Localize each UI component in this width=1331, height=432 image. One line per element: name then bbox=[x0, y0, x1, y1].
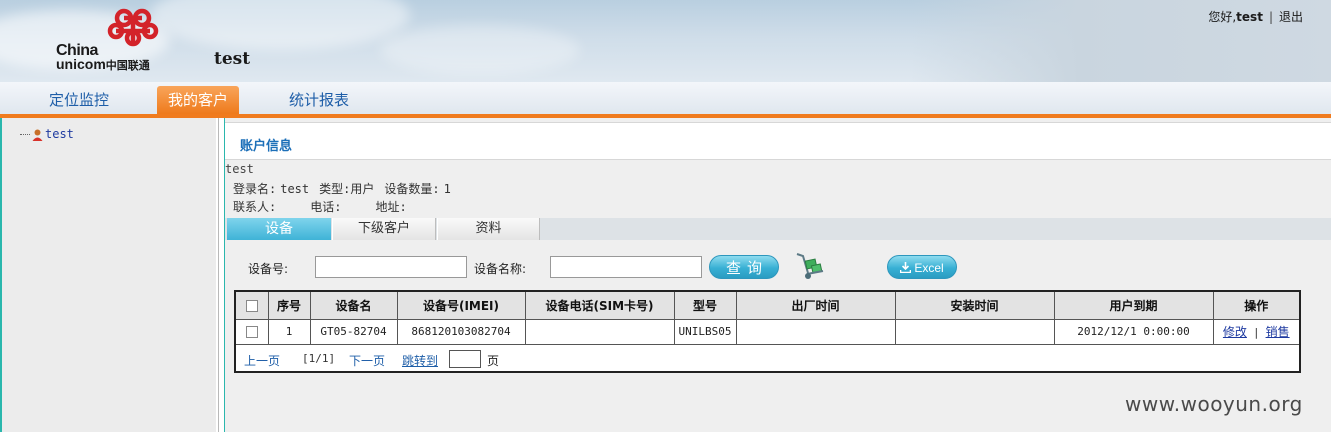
column-header: 型号 bbox=[673, 292, 737, 320]
column-header: 用户到期 bbox=[1053, 292, 1214, 320]
header-select-all[interactable] bbox=[236, 292, 269, 320]
subtab-devices[interactable]: 设备 bbox=[227, 218, 331, 240]
tree-connector bbox=[20, 134, 30, 135]
cell-expire: 2012/12/1 0:00:00 bbox=[1053, 318, 1214, 345]
page-jump-input[interactable] bbox=[449, 350, 481, 368]
column-header: 操作 bbox=[1212, 292, 1299, 320]
cell-imei: 868120103082704 bbox=[396, 318, 526, 345]
device-name-label: 设备名称: bbox=[474, 262, 527, 276]
cell-device-name: GT05-82704 bbox=[309, 318, 398, 345]
subtab-sub-customers[interactable]: 下级客户 bbox=[332, 218, 436, 240]
phone-label: 电话: bbox=[310, 200, 342, 214]
next-page-link[interactable]: 下一页 bbox=[349, 352, 385, 369]
logo-text-unicom-cn: 中国联通 bbox=[105, 60, 150, 72]
user-links: 您好,test | 退出 bbox=[1208, 8, 1303, 25]
action-separator: | bbox=[1252, 326, 1260, 339]
cell-factory-time bbox=[735, 318, 896, 345]
header: China unicom中国联通 test 您好,test | 退出 bbox=[0, 0, 1331, 82]
panel-title: 账户信息 bbox=[240, 139, 293, 154]
cancel-sale-link[interactable]: 销售 bbox=[1266, 325, 1290, 339]
device-no-label: 设备号: bbox=[248, 262, 289, 276]
download-icon bbox=[900, 262, 912, 274]
row-checkbox[interactable] bbox=[245, 326, 258, 338]
page-info: [1/1] bbox=[302, 352, 336, 365]
logout-link[interactable]: 退出 bbox=[1279, 10, 1303, 24]
cell-sim bbox=[524, 318, 675, 345]
device-no-input[interactable] bbox=[315, 256, 467, 278]
account-name: test bbox=[225, 162, 254, 176]
user-icon bbox=[32, 129, 43, 141]
login-label: 登录名: bbox=[233, 182, 277, 196]
row-select-cell[interactable] bbox=[236, 318, 269, 345]
edit-link[interactable]: 修改 bbox=[1223, 325, 1247, 339]
panel-header: 账户信息 bbox=[225, 122, 1331, 160]
query-button[interactable]: 查询 bbox=[709, 255, 779, 279]
table-header-row: 序号 设备名 设备号(IMEI) 设备电话(SIM卡号) 型号 出厂时间 安装时… bbox=[236, 292, 1299, 320]
header-cloud bbox=[150, 0, 410, 50]
column-header: 安装时间 bbox=[894, 292, 1055, 320]
excel-export-button[interactable]: Excel bbox=[887, 255, 957, 279]
device-table-wrap: 序号 设备名 设备号(IMEI) 设备电话(SIM卡号) 型号 出厂时间 安装时… bbox=[234, 290, 1301, 373]
header-cloud bbox=[380, 25, 580, 75]
unicom-knot-icon bbox=[107, 8, 159, 47]
column-header: 设备电话(SIM卡号) bbox=[524, 292, 675, 320]
device-count-value: 1 bbox=[443, 182, 451, 196]
nav-item-location-monitor[interactable]: 定位监控 bbox=[28, 86, 130, 114]
login-value: test bbox=[280, 182, 310, 196]
cell-model: UNILBS05 bbox=[673, 318, 737, 345]
china-unicom-logo: China unicom中国联通 bbox=[56, 6, 166, 72]
device-name-input[interactable] bbox=[550, 256, 702, 278]
column-header: 出厂时间 bbox=[735, 292, 896, 320]
content-panel: 账户信息 test 登录名: test 类型:用户 设备数量: 1 联系人: 电话: 地址:… bbox=[224, 118, 1331, 432]
pager: 上一页 [1/1] 下一页 跳转到 页 bbox=[236, 349, 1299, 371]
logo-text-unicom: unicom中国联通 bbox=[56, 56, 150, 73]
column-header: 设备名 bbox=[309, 292, 398, 320]
watermark: www.wooyun.org bbox=[1125, 392, 1303, 416]
tree-node-root[interactable]: test bbox=[20, 127, 74, 141]
prev-page-link[interactable]: 上一页 bbox=[244, 352, 280, 369]
cell-actions: 修改 | 销售 bbox=[1212, 318, 1299, 345]
user-links-separator: | bbox=[1268, 10, 1273, 24]
username: test bbox=[1236, 10, 1263, 24]
contact-label: 联系人: bbox=[233, 200, 277, 214]
logo-text-unicom-en: unicom bbox=[56, 56, 106, 72]
select-all-checkbox[interactable] bbox=[245, 299, 258, 312]
type-label: 类型: bbox=[319, 182, 351, 196]
excel-label: Excel bbox=[914, 261, 944, 275]
nav-item-my-customers[interactable]: 我的客户 bbox=[157, 86, 239, 114]
tree-divider bbox=[216, 118, 218, 432]
column-header: 设备号(IMEI) bbox=[396, 292, 526, 320]
account-line-2: 联系人: 电话: 地址: bbox=[233, 198, 407, 215]
main-nav: 定位监控 我的客户 统计报表 bbox=[0, 82, 1331, 114]
device-count-label: 设备数量: bbox=[384, 182, 440, 196]
account-line-1: 登录名: test 类型:用户 设备数量: 1 bbox=[233, 180, 451, 197]
tree-node-label: test bbox=[45, 127, 74, 141]
subtab-profile[interactable]: 资料 bbox=[437, 218, 540, 240]
page-unit: 页 bbox=[487, 354, 500, 368]
greeting-text: 您好, bbox=[1208, 10, 1237, 24]
address-label: 地址: bbox=[375, 200, 407, 214]
site-title: test bbox=[214, 49, 251, 69]
device-table: 序号 设备名 设备号(IMEI) 设备电话(SIM卡号) 型号 出厂时间 安装时… bbox=[236, 292, 1299, 345]
column-header: 序号 bbox=[267, 292, 311, 320]
customer-tree-panel: test bbox=[0, 118, 219, 432]
hand-truck-icon[interactable] bbox=[794, 251, 826, 281]
type-value: 用户 bbox=[350, 182, 375, 196]
cell-install-time bbox=[894, 318, 1055, 345]
nav-item-stat-reports[interactable]: 统计报表 bbox=[270, 86, 368, 114]
jump-to-link[interactable]: 跳转到 bbox=[402, 352, 438, 369]
cell-index: 1 bbox=[267, 318, 311, 345]
table-row: 1 GT05-82704 868120103082704 UNILBS05 20… bbox=[236, 318, 1299, 345]
